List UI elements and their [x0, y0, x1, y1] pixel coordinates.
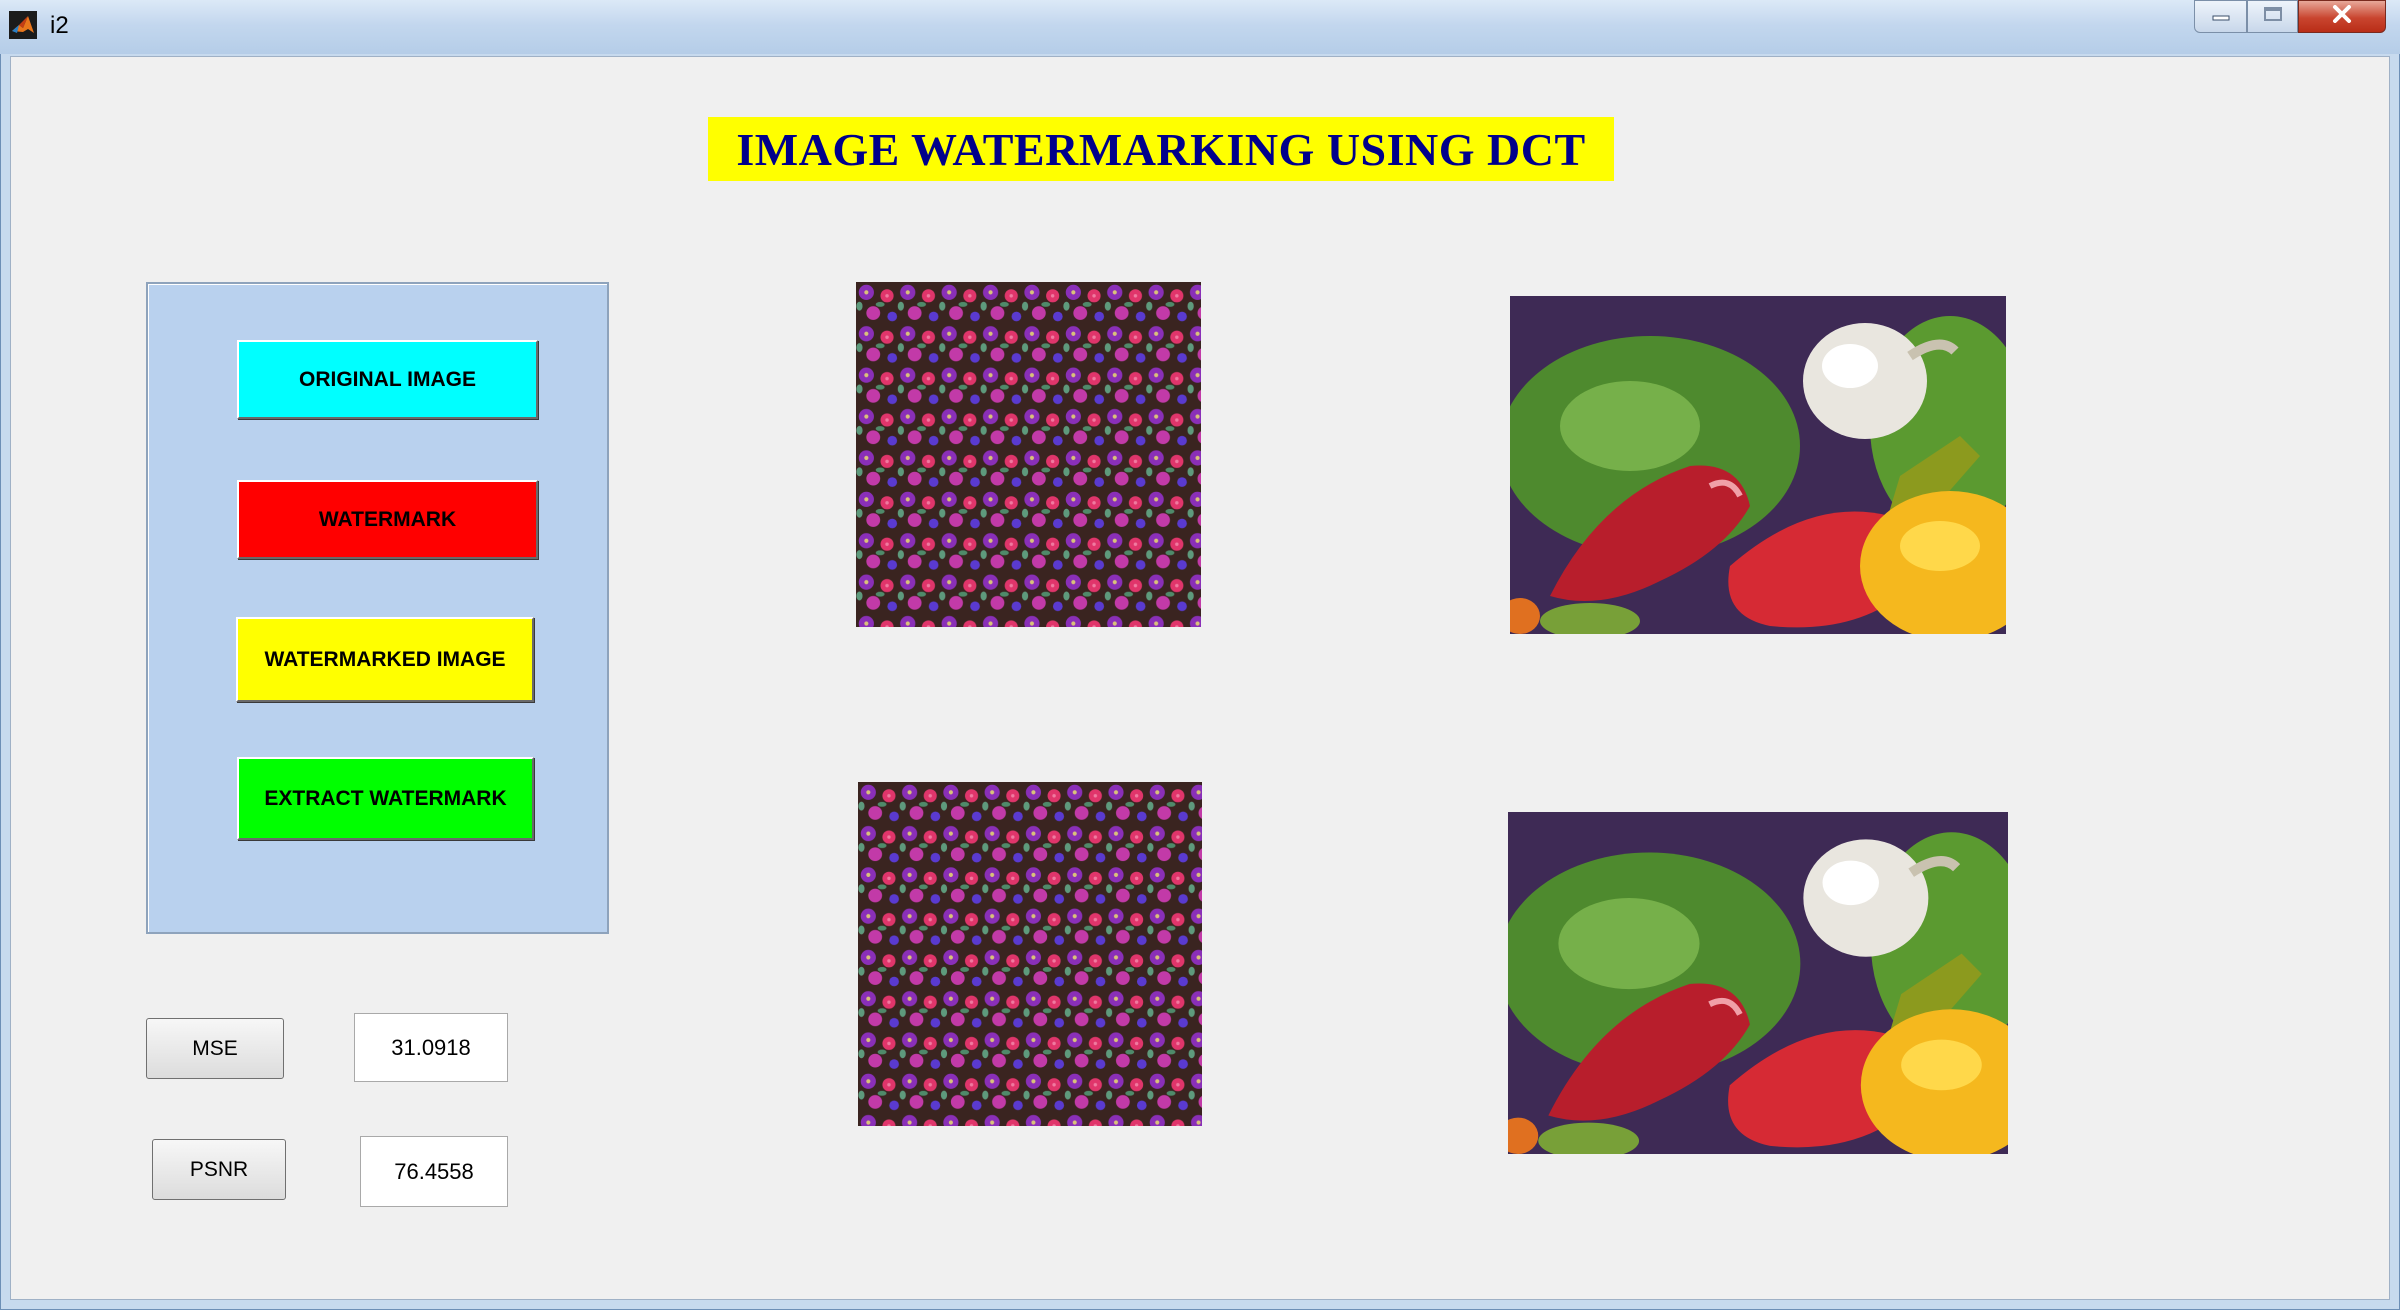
original-image — [1510, 296, 2006, 634]
minimize-button[interactable] — [2194, 0, 2247, 33]
matlab-icon — [9, 11, 37, 39]
title-bar[interactable]: i2 — [0, 0, 2400, 54]
close-icon — [2331, 5, 2353, 28]
watermarked-image — [1508, 812, 2008, 1154]
watermarked-image-button[interactable]: WATERMARKED IMAGE — [236, 617, 534, 702]
psnr-button[interactable]: PSNR — [152, 1139, 286, 1200]
original-image-button[interactable]: ORIGINAL IMAGE — [237, 340, 538, 419]
window-title: i2 — [50, 12, 69, 39]
maximize-icon — [2263, 6, 2283, 27]
watermark-button[interactable]: WATERMARK — [237, 480, 538, 559]
minimize-icon — [2211, 8, 2231, 26]
watermark-image — [856, 282, 1201, 627]
extracted-watermark-image — [858, 782, 1202, 1126]
maximize-button[interactable] — [2247, 0, 2298, 33]
extract-watermark-button[interactable]: EXTRACT WATERMARK — [237, 757, 534, 840]
mse-value-field[interactable]: 31.0918 — [354, 1013, 508, 1082]
psnr-value-field[interactable]: 76.4558 — [360, 1136, 508, 1207]
mse-button[interactable]: MSE — [146, 1018, 284, 1079]
page-title: IMAGE WATERMARKING USING DCT — [708, 117, 1614, 181]
close-button[interactable] — [2298, 0, 2386, 33]
